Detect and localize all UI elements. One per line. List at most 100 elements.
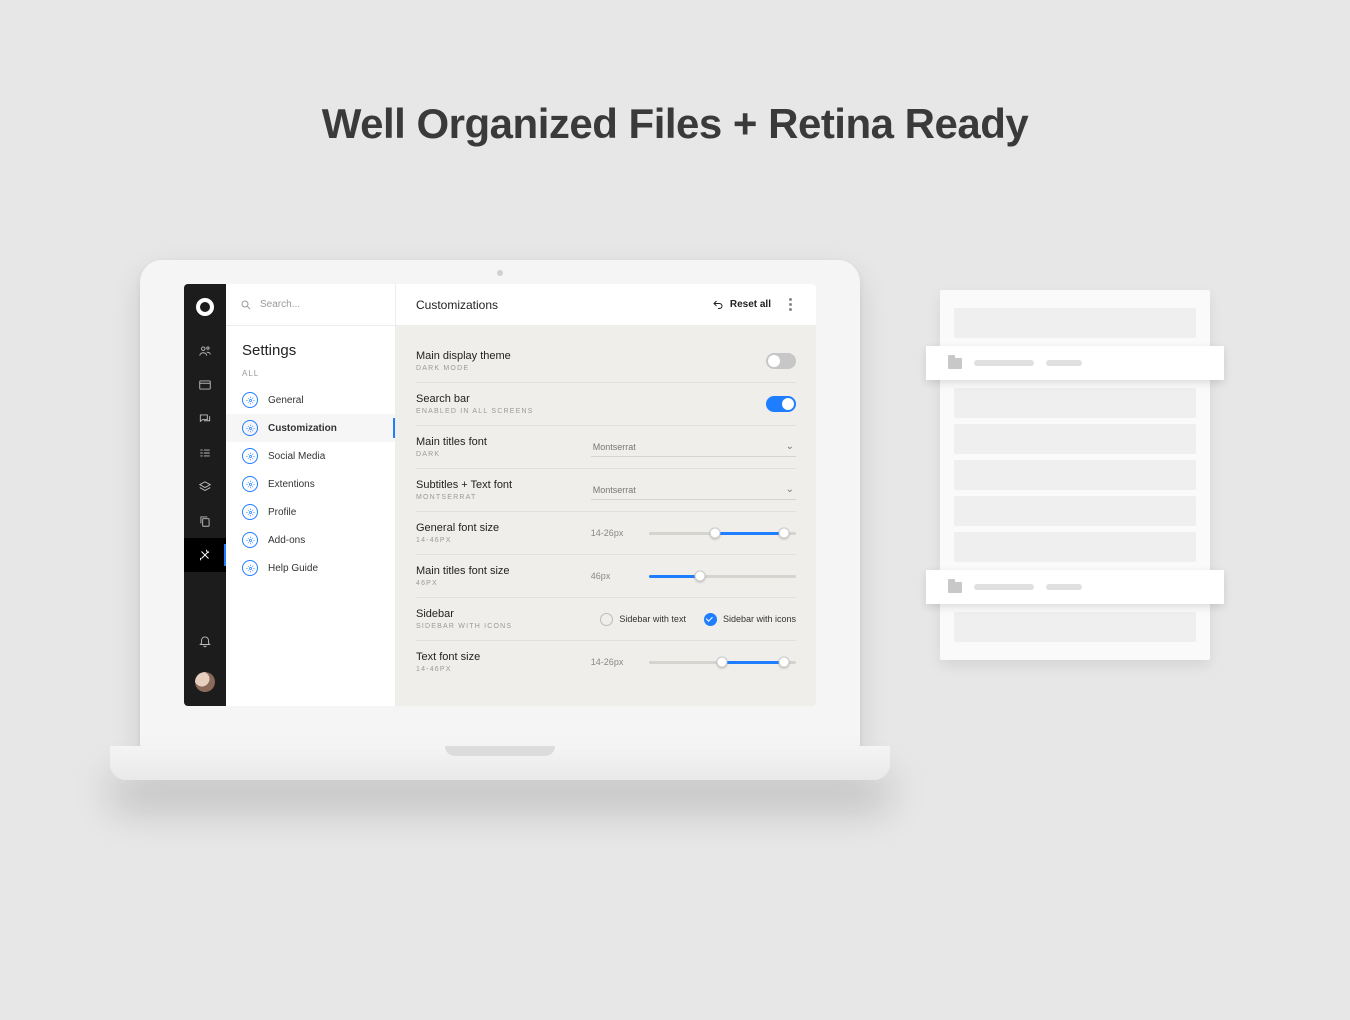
gear-icon	[242, 448, 258, 464]
setting-row-sidebar-style: Sidebar SIDEBAR WITH ICONS Sidebar with …	[416, 598, 796, 641]
gear-icon	[242, 420, 258, 436]
bell-icon	[198, 634, 212, 648]
people-icon	[198, 344, 212, 358]
menu-item-social-media[interactable]: Social Media	[226, 442, 395, 470]
nav-rail	[184, 284, 226, 706]
radio-label: Sidebar with icons	[723, 614, 796, 624]
menu-label: Help Guide	[268, 563, 318, 574]
app-logo-icon[interactable]	[196, 298, 214, 316]
menu-label: General	[268, 395, 304, 406]
search-placeholder: Search...	[260, 299, 300, 310]
menu-item-extentions[interactable]: Extentions	[226, 470, 395, 498]
reset-label: Reset all	[730, 299, 771, 310]
laptop-lid: Search... Settings ALL General Customiza…	[140, 260, 860, 750]
main-titles-font-size-slider[interactable]	[649, 575, 796, 578]
rail-item-list[interactable]	[184, 436, 226, 470]
rail-item-browser[interactable]	[184, 368, 226, 402]
slider-value-label: 46px	[591, 571, 639, 581]
select-value: Montserrat	[593, 442, 636, 452]
searchbar-toggle[interactable]	[766, 396, 796, 412]
highlighted-row[interactable]	[926, 570, 1224, 604]
tools-icon	[198, 548, 212, 562]
menu-item-customization[interactable]: Customization	[226, 414, 395, 442]
settings-sidebar: Search... Settings ALL General Customiza…	[226, 284, 396, 706]
placeholder-row	[954, 496, 1196, 526]
subtitles-font-select[interactable]: Montserrat ⌄	[591, 480, 796, 500]
sidebar-title: Settings	[226, 326, 395, 365]
radio-sidebar-with-icons[interactable]: Sidebar with icons	[704, 613, 796, 626]
undo-icon	[712, 299, 724, 311]
setting-subtitle: DARK	[416, 451, 591, 458]
placeholder-row	[954, 308, 1196, 338]
menu-item-profile[interactable]: Profile	[226, 498, 395, 526]
menu-label: Extentions	[268, 479, 315, 490]
highlighted-row[interactable]	[926, 346, 1224, 380]
laptop-camera-dot	[497, 270, 503, 276]
radio-dot-icon	[600, 613, 613, 626]
sidebar-style-radiogroup: Sidebar with text Sidebar with icons	[600, 613, 796, 626]
setting-row-main-titles-font: Main titles font DARK Montserrat ⌄	[416, 426, 796, 469]
gear-icon	[242, 392, 258, 408]
setting-title: General font size	[416, 522, 591, 534]
setting-title: Sidebar	[416, 608, 591, 620]
setting-row-main-titles-font-size: Main titles font size 46PX 46px	[416, 555, 796, 598]
gear-icon	[242, 476, 258, 492]
setting-title: Subtitles + Text font	[416, 479, 591, 491]
placeholder-line	[1046, 584, 1082, 590]
more-menu-button[interactable]	[785, 294, 796, 315]
menu-item-help-guide[interactable]: Help Guide	[226, 554, 395, 582]
text-font-size-slider[interactable]	[649, 661, 796, 664]
layers-icon	[198, 480, 212, 494]
setting-row-search-bar: Search bar ENABLED IN ALL SCREENS	[416, 383, 796, 426]
menu-item-add-ons[interactable]: Add-ons	[226, 526, 395, 554]
placeholder-line	[974, 584, 1034, 590]
laptop-mockup: Search... Settings ALL General Customiza…	[110, 260, 890, 780]
setting-title: Main titles font	[416, 436, 591, 448]
main-titles-font-select[interactable]: Montserrat ⌄	[591, 437, 796, 457]
setting-subtitle: 14-46PX	[416, 666, 591, 673]
user-avatar[interactable]	[195, 672, 215, 692]
sidebar-category: ALL	[226, 365, 395, 386]
chevron-down-icon: ⌄	[786, 484, 794, 495]
placeholder-line	[974, 360, 1034, 366]
rail-item-chat[interactable]	[184, 402, 226, 436]
setting-subtitle: DARK MODE	[416, 365, 591, 372]
gear-icon	[242, 504, 258, 520]
rail-item-people[interactable]	[184, 334, 226, 368]
chevron-down-icon: ⌄	[786, 441, 794, 452]
setting-row-subtitles-font: Subtitles + Text font MONTSERRAT Montser…	[416, 469, 796, 512]
general-font-size-slider[interactable]	[649, 532, 796, 535]
menu-label: Social Media	[268, 451, 325, 462]
layers-card	[940, 290, 1210, 660]
rail-notifications[interactable]	[184, 624, 226, 658]
list-icon	[198, 446, 212, 460]
reset-button[interactable]: Reset all	[712, 299, 771, 311]
setting-subtitle: MONTSERRAT	[416, 494, 591, 501]
rail-item-copy[interactable]	[184, 504, 226, 538]
setting-subtitle: 14-46PX	[416, 537, 591, 544]
layers-panel-mockup	[940, 290, 1210, 660]
setting-row-main-display-theme: Main display theme DARK MODE	[416, 340, 796, 383]
placeholder-row	[954, 532, 1196, 562]
theme-toggle[interactable]	[766, 353, 796, 369]
slider-value-label: 14-26px	[591, 657, 639, 667]
copy-icon	[198, 514, 212, 528]
rail-item-tools[interactable]	[184, 538, 226, 572]
browser-icon	[198, 378, 212, 392]
search-icon	[240, 299, 252, 311]
setting-row-text-font-size: Text font size 14-46PX 14-26px	[416, 641, 796, 683]
page-title: Customizations	[416, 298, 498, 312]
menu-label: Add-ons	[268, 535, 305, 546]
select-value: Montserrat	[593, 485, 636, 495]
rail-item-layers[interactable]	[184, 470, 226, 504]
menu-label: Customization	[268, 423, 337, 434]
radio-sidebar-with-text[interactable]: Sidebar with text	[600, 613, 686, 626]
setting-title: Main titles font size	[416, 565, 591, 577]
setting-subtitle: ENABLED IN ALL SCREENS	[416, 408, 591, 415]
menu-label: Profile	[268, 507, 296, 518]
main-panel: Customizations Reset all	[396, 284, 816, 706]
menu-item-general[interactable]: General	[226, 386, 395, 414]
placeholder-line	[1046, 360, 1082, 366]
radio-dot-icon	[704, 613, 717, 626]
search-bar[interactable]: Search...	[226, 284, 395, 326]
